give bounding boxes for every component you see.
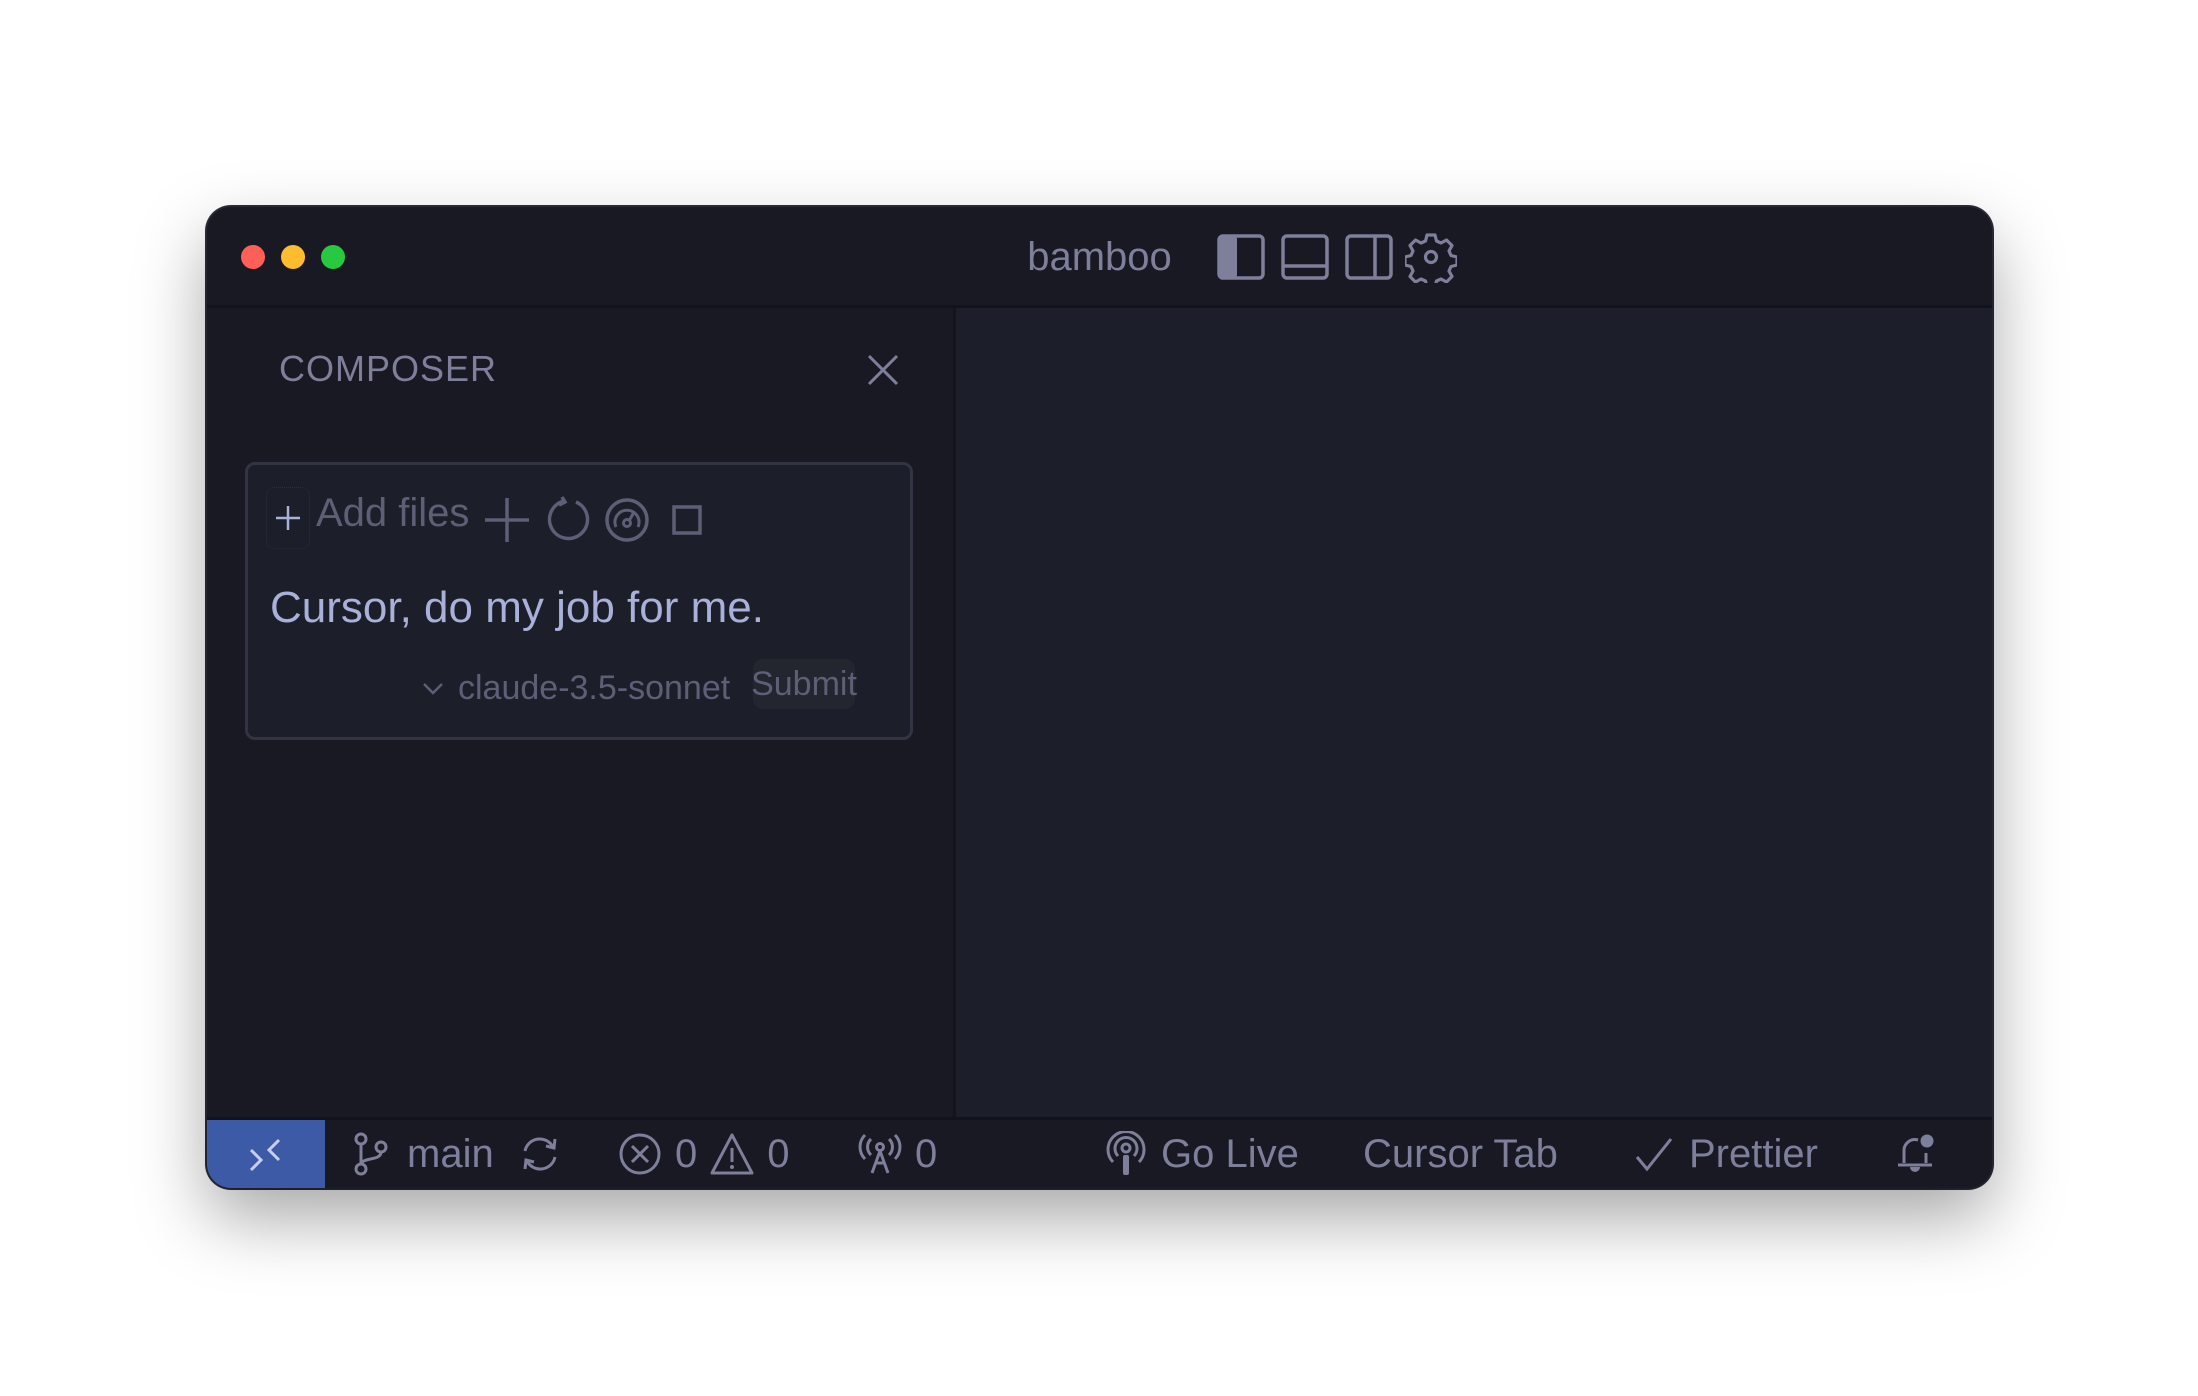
history-button[interactable]: [544, 495, 594, 545]
title-bar: bamboo: [207, 207, 1992, 308]
toggle-panel-icon: [1281, 234, 1329, 280]
notifications-button[interactable]: [1892, 1120, 1938, 1188]
go-live-button[interactable]: Go Live: [1103, 1120, 1299, 1188]
close-icon: [867, 354, 899, 386]
window-title: bamboo: [1027, 235, 1172, 279]
go-live-label: Go Live: [1161, 1131, 1299, 1176]
panel-title: COMPOSER: [279, 348, 498, 389]
toggle-secondary-sidebar-button[interactable]: [1343, 231, 1395, 283]
composer-sidebar: COMPOSER Add files Cursor, do my job for…: [207, 308, 956, 1118]
git-branch-icon: [354, 1132, 388, 1176]
submit-button[interactable]: Submit: [751, 659, 857, 709]
error-circle-icon: [619, 1133, 661, 1175]
close-panel-button[interactable]: [863, 350, 903, 390]
model-selector[interactable]: claude-3.5-sonnet: [420, 665, 730, 711]
branch-name: main: [407, 1131, 494, 1176]
podcast-icon: [1106, 1131, 1146, 1175]
remote-icon: [249, 1138, 281, 1172]
prettier-button[interactable]: Prettier: [1631, 1120, 1818, 1188]
status-bar: main 0 0 0 Go Live Cursor Tab Prettier: [207, 1117, 1992, 1188]
problems-button[interactable]: 0 0: [617, 1120, 790, 1188]
warning-count: 0: [767, 1131, 790, 1176]
toggle-primary-sidebar-icon: [1217, 234, 1265, 280]
sync-button[interactable]: [517, 1120, 563, 1188]
settings-button[interactable]: [1403, 231, 1459, 289]
plus-icon: [276, 506, 300, 530]
prettier-label: Prettier: [1689, 1131, 1818, 1176]
error-count: 0: [675, 1131, 698, 1176]
toggle-panel-button[interactable]: [1279, 231, 1331, 283]
prompt-input[interactable]: Cursor, do my job for me.: [270, 583, 764, 633]
app-window: bamboo COMPOSER Add files Cursor, do my …: [207, 207, 1992, 1188]
sync-icon: [523, 1137, 557, 1171]
maximize-button[interactable]: [662, 495, 712, 545]
cursor-tab-label: Cursor Tab: [1363, 1131, 1558, 1176]
add-files-button[interactable]: [266, 487, 310, 549]
remote-indicator-button[interactable]: [207, 1120, 325, 1188]
ports-count: 0: [915, 1131, 938, 1176]
gauge-icon: [605, 498, 649, 542]
chevron-down-icon: [423, 683, 443, 695]
history-icon: [547, 496, 590, 541]
cursor-tab-button[interactable]: Cursor Tab: [1363, 1120, 1558, 1188]
add-files-label[interactable]: Add files: [316, 491, 469, 536]
model-name: claude-3.5-sonnet: [458, 668, 731, 707]
bell-dot-icon: [1898, 1134, 1934, 1172]
composer-input-box: Add files Cursor, do my job for me. clau…: [245, 462, 913, 740]
new-composer-button[interactable]: [482, 495, 532, 545]
context-usage-button[interactable]: [602, 495, 652, 545]
editor-area: [956, 308, 1992, 1118]
toggle-secondary-sidebar-icon: [1345, 234, 1393, 280]
toggle-primary-sidebar-button[interactable]: [1215, 231, 1267, 283]
gear-icon: [1403, 233, 1459, 289]
stop-square-icon: [672, 505, 702, 535]
plus-icon: [485, 498, 529, 542]
branch-button[interactable]: main: [349, 1120, 494, 1188]
broadcast-icon: [858, 1133, 902, 1174]
check-icon: [1635, 1138, 1673, 1172]
warning-icon: [710, 1133, 754, 1175]
ports-button[interactable]: 0: [857, 1120, 937, 1188]
